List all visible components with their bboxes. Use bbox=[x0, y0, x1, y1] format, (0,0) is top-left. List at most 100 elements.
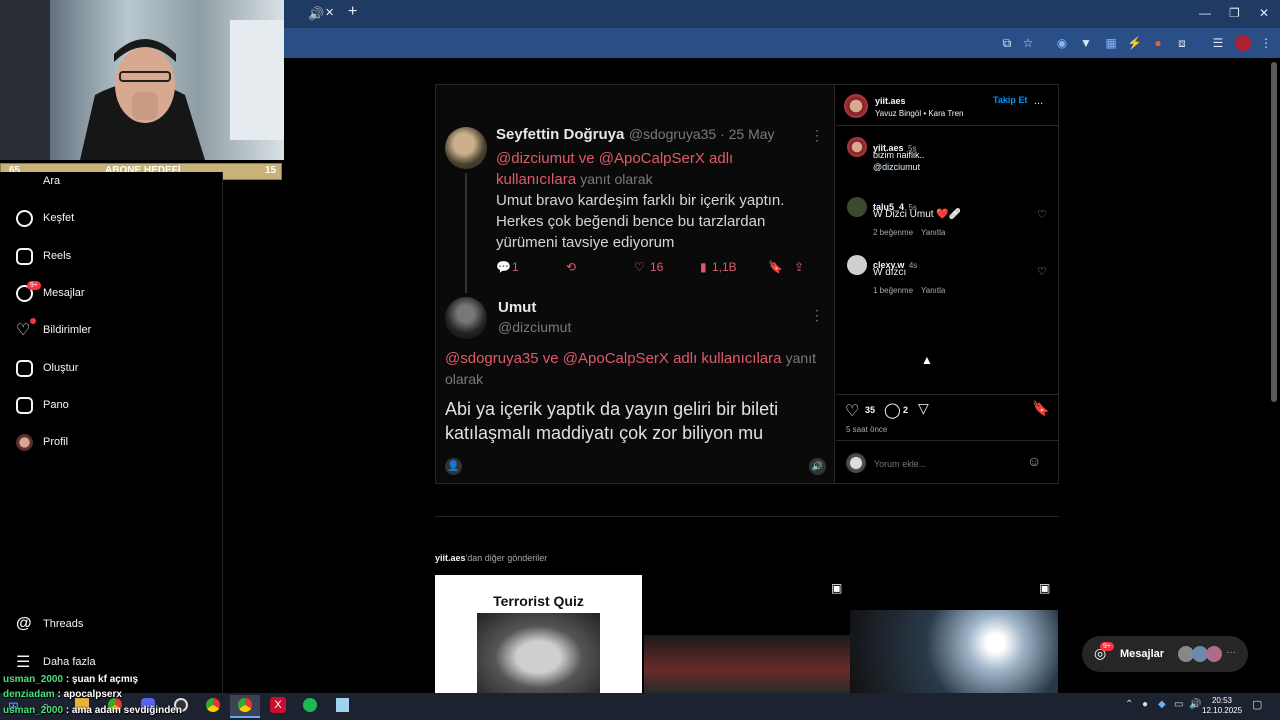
like-count[interactable]: 35 bbox=[865, 405, 875, 415]
tweet-reply-suffix: yanıt olarak bbox=[580, 171, 653, 187]
reply-count: 1 bbox=[512, 260, 519, 274]
extension-1-icon[interactable]: ◉ bbox=[1055, 36, 1069, 50]
avatar[interactable] bbox=[847, 137, 867, 157]
views-count: 1,1B bbox=[712, 260, 737, 274]
avatar[interactable] bbox=[847, 255, 867, 275]
close-tab-icon[interactable]: ✕ bbox=[325, 6, 334, 19]
comment-text: W Dizci Umut ❤️🩹 bbox=[873, 209, 962, 220]
page-scrollbar[interactable] bbox=[1271, 62, 1277, 402]
sidebar-item-explore[interactable]: Keşfet bbox=[16, 206, 74, 230]
reel-thumbnail bbox=[644, 635, 850, 693]
sidebar-item-search[interactable]: Ara bbox=[16, 169, 60, 193]
network-icon[interactable]: ▭ bbox=[1174, 699, 1183, 710]
screen-cast-icon[interactable]: ⧉ bbox=[1000, 36, 1014, 50]
reels-icon bbox=[16, 247, 33, 265]
comment-like-icon[interactable]: ♡ bbox=[1037, 208, 1047, 221]
extension-2-icon[interactable]: ▼ bbox=[1079, 36, 1093, 50]
grid-post-3[interactable]: ▣ bbox=[850, 575, 1058, 693]
volume-icon[interactable]: 🔊 bbox=[1189, 699, 1201, 710]
tweet-header: Seyfettin Doğruya @sdogruya35 · 25 May bbox=[496, 126, 816, 144]
save-icon[interactable]: 🔖 bbox=[1032, 400, 1049, 417]
sidebar-item-label: Keşfet bbox=[43, 212, 75, 224]
sidebar-item-notifications[interactable]: ♡ Bildirimler bbox=[16, 318, 91, 342]
sidebar-item-messages[interactable]: 9+ Mesajlar bbox=[16, 280, 85, 305]
comment-text: W dızcı bbox=[873, 267, 907, 278]
more-options-icon[interactable]: ... bbox=[1034, 95, 1043, 107]
tweet-more-icon: ⋮ bbox=[810, 127, 824, 143]
clock-time: 20:53 bbox=[1211, 696, 1233, 705]
star-icon[interactable]: ☆ bbox=[1021, 36, 1035, 50]
grid-post-2[interactable]: ▣ bbox=[642, 575, 850, 693]
follow-button[interactable]: Takip Et bbox=[993, 95, 1027, 105]
reply-button[interactable]: Yanıtla bbox=[921, 286, 945, 295]
sidebar-item-reels[interactable]: Reels bbox=[16, 244, 71, 268]
post-media[interactable]: Seyfettin Doğruya @sdogruya35 · 25 May ⋮… bbox=[436, 85, 835, 483]
puzzle-icon[interactable]: ⧈ bbox=[1175, 36, 1189, 50]
sound-icon[interactable]: 🔊 bbox=[809, 458, 826, 475]
notification-dot bbox=[30, 318, 36, 324]
chrome-icon[interactable] bbox=[206, 698, 220, 712]
divider bbox=[836, 440, 1058, 441]
extension-4-icon[interactable]: ⚡ bbox=[1127, 36, 1142, 50]
sidebar-item-threads[interactable]: @ Threads bbox=[16, 612, 83, 636]
close-window-button[interactable]: ✕ bbox=[1259, 6, 1269, 20]
bookmark-icon: 🔖 bbox=[768, 260, 783, 274]
x-app-icon[interactable]: X bbox=[270, 697, 286, 713]
extension-3-icon[interactable]: ▦ bbox=[1104, 36, 1118, 50]
divider bbox=[836, 394, 1058, 395]
reading-list-icon[interactable]: ☰ bbox=[1211, 36, 1225, 50]
emoji-icon[interactable]: ☺ bbox=[1027, 453, 1041, 469]
chat-message: denziadam : apocalpserx bbox=[3, 689, 122, 700]
tray-app-icon[interactable]: ● bbox=[1142, 699, 1148, 710]
grid-post-1[interactable]: Terrorist Quiz bbox=[435, 575, 642, 693]
clock-date: 12.10.2025 bbox=[1202, 706, 1243, 715]
sidebar-item-create[interactable]: Oluştur bbox=[16, 356, 78, 380]
threads-icon: @ bbox=[16, 615, 32, 632]
notification-icon[interactable]: ▢ bbox=[1252, 698, 1262, 711]
comment-like-icon[interactable]: ♡ bbox=[1037, 265, 1047, 278]
more-posts-user[interactable]: yiit.aes bbox=[435, 553, 466, 563]
instagram-sidebar: Ara Keşfet Reels 9+ Mesajlar ♡ Bildiriml… bbox=[0, 172, 223, 693]
sidebar-item-profile[interactable]: Profil bbox=[16, 430, 68, 454]
quiz-title: Terrorist Quiz bbox=[493, 593, 584, 609]
sidebar-item-label: Reels bbox=[43, 250, 72, 262]
post-author[interactable]: yiit.aes bbox=[875, 96, 906, 106]
messages-pill[interactable]: ◎ 9+ Mesajlar ··· bbox=[1082, 636, 1248, 672]
new-tab-button[interactable]: + bbox=[348, 3, 357, 21]
reply-button[interactable]: Yanıtla bbox=[921, 228, 945, 237]
comment-input[interactable] bbox=[874, 456, 1024, 471]
avatar[interactable] bbox=[844, 94, 868, 118]
clock[interactable]: 20:53 12.10.2025 bbox=[1202, 696, 1242, 716]
tray-chevron-icon[interactable]: ⌃ bbox=[1125, 699, 1133, 710]
tray-app-icon[interactable]: ◆ bbox=[1158, 699, 1166, 710]
comment-likes[interactable]: 2 beğenme bbox=[873, 228, 913, 237]
more-icon: ··· bbox=[1226, 647, 1236, 658]
menu-icon[interactable]: ⋮ bbox=[1259, 36, 1273, 50]
extension-5-icon[interactable]: ● bbox=[1151, 36, 1165, 50]
share-icon: ⇪ bbox=[794, 260, 805, 274]
comment-time: 4s bbox=[908, 261, 918, 270]
like-icon[interactable]: ♡ bbox=[845, 401, 859, 421]
tagged-users-icon[interactable]: 👤 bbox=[445, 458, 462, 475]
tweet-reply-context: @sdogruya35 ve @ApoCalpSerX adlı kullanı… bbox=[445, 348, 830, 390]
sidebar-item-more[interactable]: ☰ Daha fazla bbox=[16, 650, 96, 674]
chat-message: usman_2000 : şuan kf açmış bbox=[3, 674, 138, 685]
post-audio[interactable]: Yavuz Bingöl • Kara Tren bbox=[875, 109, 963, 118]
post-modal: Seyfettin Doğruya @sdogruya35 · 25 May ⋮… bbox=[435, 84, 1059, 484]
comment-likes[interactable]: 1 beğenme bbox=[873, 286, 913, 295]
comment-icon[interactable]: ◯ bbox=[884, 401, 901, 419]
restore-button[interactable]: ❐ bbox=[1229, 6, 1240, 20]
avatar[interactable] bbox=[847, 197, 867, 217]
chrome-icon[interactable] bbox=[238, 698, 252, 712]
chat-text: : ama adam sevdiğinden bbox=[63, 705, 182, 716]
spotify-icon[interactable] bbox=[303, 698, 317, 712]
notepad-icon[interactable] bbox=[336, 698, 349, 712]
caption-mention[interactable]: @dizciumut bbox=[873, 162, 920, 172]
avatar bbox=[1206, 646, 1222, 662]
share-icon[interactable]: ▽ bbox=[918, 400, 929, 417]
speaker-icon[interactable]: 🔊 bbox=[308, 6, 324, 22]
sidebar-item-dashboard[interactable]: Pano bbox=[16, 393, 69, 417]
profile-icon[interactable] bbox=[1235, 35, 1251, 51]
chat-text: : şuan kf açmış bbox=[63, 674, 139, 685]
minimize-button[interactable]: — bbox=[1199, 6, 1211, 20]
